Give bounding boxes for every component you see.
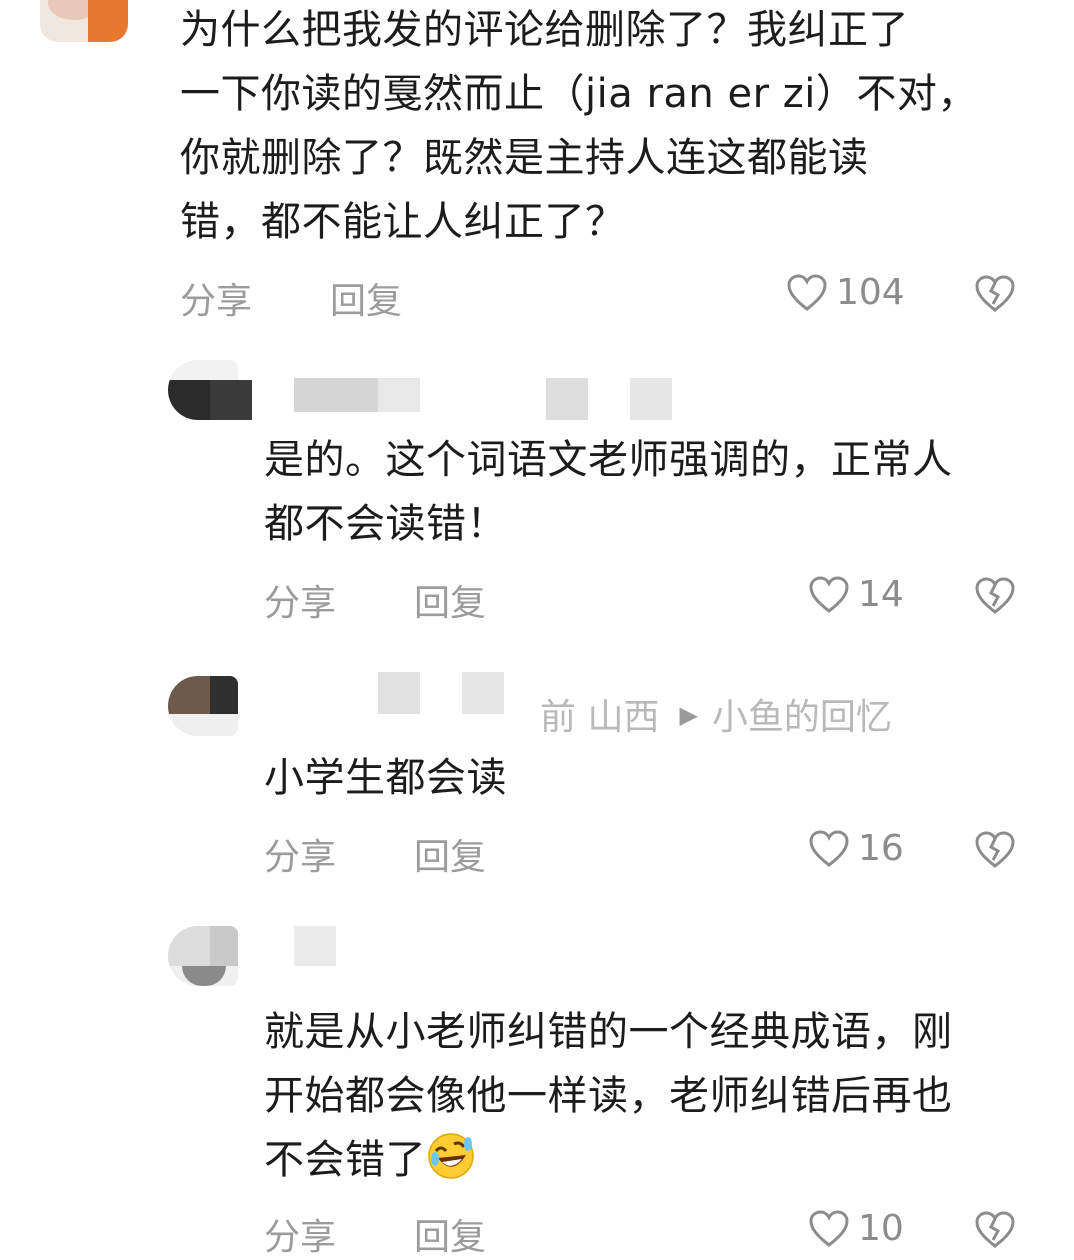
username-mosaic bbox=[630, 378, 672, 420]
heart-outline-icon bbox=[809, 575, 849, 613]
share-button[interactable]: 分享 bbox=[180, 272, 252, 324]
like-button[interactable]: 104 bbox=[786, 272, 905, 313]
share-button[interactable]: 分享 bbox=[264, 1208, 336, 1260]
comment-body: 小学生都会读 bbox=[264, 746, 1044, 810]
comment-line: 小学生都会读 bbox=[264, 755, 507, 801]
share-button[interactable]: 分享 bbox=[264, 574, 336, 626]
username-mosaic bbox=[294, 926, 336, 966]
comment-line: 是的。这个词语文老师强调的，正常人 bbox=[264, 437, 953, 483]
like-count: 16 bbox=[858, 828, 904, 869]
comment-line: 不会错了 bbox=[264, 1128, 1044, 1192]
username-mosaic bbox=[378, 672, 420, 714]
broken-heart-icon bbox=[975, 831, 1015, 868]
comment-body: 为什么把我发的评论给删除了？我纠正了 一下你读的戛然而止（jia ran er … bbox=[180, 0, 1040, 254]
avatar-mosaic-block bbox=[168, 676, 210, 714]
comment-thread: 为什么把我发的评论给删除了？我纠正了 一下你读的戛然而止（jia ran er … bbox=[0, 0, 1074, 1258]
avatar-mosaic-block bbox=[210, 926, 238, 966]
triangle-right-icon: ▶ bbox=[679, 701, 698, 729]
like-button[interactable]: 16 bbox=[808, 828, 904, 869]
username-mosaic bbox=[294, 378, 378, 412]
comment-body: 是的。这个词语文老师强调的，正常人 都不会读错！ bbox=[264, 428, 1044, 556]
avatar[interactable] bbox=[40, 0, 128, 42]
avatar-mosaic-block bbox=[210, 676, 238, 714]
username-mosaic bbox=[546, 378, 588, 420]
avatar-mosaic-block bbox=[168, 926, 210, 966]
broken-heart-icon bbox=[975, 1211, 1015, 1248]
like-count: 10 bbox=[858, 1208, 904, 1249]
avatar-mosaic-block bbox=[182, 966, 226, 986]
comment-line: 都不会读错！ bbox=[264, 501, 507, 547]
time-location: 前 山西 bbox=[540, 697, 660, 738]
comment-body: 就是从小老师纠错的一个经典成语，刚 开始都会像他一样读，老师纠错后再也 不会错了 bbox=[264, 1000, 1044, 1192]
dislike-button[interactable] bbox=[974, 274, 1016, 318]
dislike-button[interactable] bbox=[974, 1210, 1016, 1254]
rolling-on-floor-laughing-emoji bbox=[428, 1133, 474, 1179]
heart-outline-icon bbox=[809, 829, 849, 867]
comment-line: 一下你读的戛然而止（jia ran er zi）不对， bbox=[180, 71, 978, 117]
like-button[interactable]: 14 bbox=[808, 574, 904, 615]
comment-line: 开始都会像他一样读，老师纠错后再也 bbox=[264, 1073, 953, 1119]
reply-button[interactable]: 回复 bbox=[414, 828, 486, 880]
comment-line-text: 不会错了 bbox=[264, 1137, 426, 1183]
avatar[interactable] bbox=[168, 676, 238, 736]
reply-button[interactable]: 回复 bbox=[414, 574, 486, 626]
dislike-button[interactable] bbox=[974, 830, 1016, 874]
avatar-mosaic-block bbox=[88, 0, 128, 42]
reply-button[interactable]: 回复 bbox=[414, 1208, 486, 1260]
like-button[interactable]: 10 bbox=[808, 1208, 904, 1249]
reply-button[interactable]: 回复 bbox=[330, 272, 402, 324]
avatar[interactable] bbox=[168, 926, 238, 986]
like-count: 14 bbox=[858, 574, 904, 615]
broken-heart-icon bbox=[975, 275, 1015, 312]
comment-line: 为什么把我发的评论给删除了？我纠正了 bbox=[180, 7, 909, 53]
comment-line: 错，都不能让人纠正了？ bbox=[180, 199, 626, 245]
username-mosaic bbox=[378, 378, 420, 412]
broken-heart-icon bbox=[975, 577, 1015, 614]
comment-line: 就是从小老师纠错的一个经典成语，刚 bbox=[264, 1009, 953, 1055]
reply-to-user[interactable]: 小鱼的回忆 bbox=[712, 697, 892, 738]
dislike-button[interactable] bbox=[974, 576, 1016, 620]
avatar-mosaic-block bbox=[168, 380, 212, 420]
like-count: 104 bbox=[836, 272, 905, 313]
comment-meta: 前 山西 ▶ 小鱼的回忆 bbox=[540, 688, 892, 740]
heart-outline-icon bbox=[787, 273, 827, 311]
comment-line: 你就删除了？既然是主持人连这都能读 bbox=[180, 135, 869, 181]
username-mosaic bbox=[462, 672, 504, 714]
share-button[interactable]: 分享 bbox=[264, 828, 336, 880]
heart-outline-icon bbox=[809, 1209, 849, 1247]
username-mosaic bbox=[210, 380, 252, 420]
